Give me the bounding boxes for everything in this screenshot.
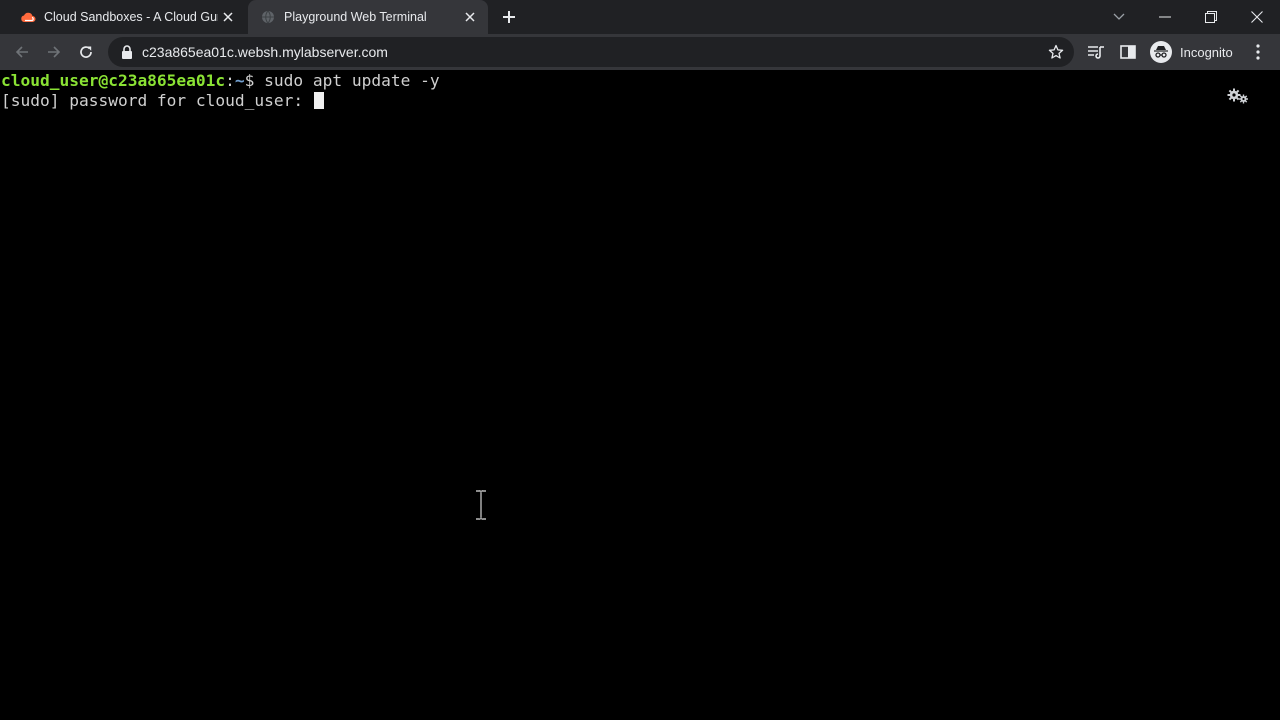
tab-title: Cloud Sandboxes - A Cloud Guru <box>44 10 218 24</box>
kebab-menu-icon <box>1256 44 1260 60</box>
terminal-cursor <box>313 92 324 109</box>
restore-icon <box>1205 11 1217 23</box>
reload-button[interactable] <box>72 38 100 66</box>
browser-toolbar: c23a865ea01c.websh.mylabserver.com Incog… <box>0 34 1280 70</box>
terminal-settings-gear-icon[interactable] <box>1226 86 1250 106</box>
tab-search-button[interactable] <box>1096 0 1142 34</box>
restore-button[interactable] <box>1188 0 1234 34</box>
new-tab-button[interactable] <box>498 6 520 28</box>
close-window-button[interactable] <box>1234 0 1280 34</box>
terminal-line-command: cloud_user@c23a865ea01c:~$ sudo apt upda… <box>1 71 440 91</box>
sudo-password-prompt: [sudo] password for cloud_user: <box>1 91 313 110</box>
tab-cloud-sandboxes[interactable]: Cloud Sandboxes - A Cloud Guru <box>8 0 246 34</box>
forward-arrow-icon <box>48 46 61 58</box>
back-arrow-icon <box>15 46 28 58</box>
back-button[interactable] <box>8 38 36 66</box>
terminal-line-password-prompt: [sudo] password for cloud_user: <box>1 91 324 111</box>
prompt-separator: : <box>225 71 235 90</box>
side-panel-icon[interactable] <box>1116 40 1140 64</box>
reload-icon <box>80 46 92 58</box>
bookmark-star-icon[interactable] <box>1046 42 1066 62</box>
incognito-icon <box>1150 41 1172 63</box>
globe-icon <box>260 9 276 25</box>
browser-menu-button[interactable] <box>1248 40 1268 64</box>
cloud-icon <box>20 9 36 25</box>
incognito-profile-button[interactable]: Incognito <box>1146 38 1233 66</box>
close-tab-icon[interactable] <box>460 7 480 27</box>
web-terminal[interactable]: cloud_user@c23a865ea01c:~$ sudo apt upda… <box>0 70 1280 720</box>
prompt-user-host: cloud_user@c23a865ea01c <box>1 71 226 90</box>
address-bar[interactable]: c23a865ea01c.websh.mylabserver.com <box>108 37 1074 67</box>
prompt-path: ~ <box>234 71 245 90</box>
plus-icon <box>503 11 515 23</box>
url-text: c23a865ea01c.websh.mylabserver.com <box>142 44 388 60</box>
minimize-button[interactable] <box>1142 0 1188 34</box>
tab-strip: Cloud Sandboxes - A Cloud Guru Playgroun… <box>0 0 1280 34</box>
lock-icon <box>120 44 136 60</box>
close-icon <box>1251 11 1263 23</box>
forward-button[interactable] <box>40 38 68 66</box>
reading-list-icon[interactable] <box>1084 40 1108 64</box>
minimize-icon <box>1159 16 1171 18</box>
command-text: sudo apt update -y <box>264 71 440 90</box>
prompt-symbol: $ <box>244 71 265 90</box>
close-tab-icon[interactable] <box>218 7 238 27</box>
text-ibeam-pointer-icon <box>474 490 488 520</box>
chevron-down-icon <box>1113 13 1125 20</box>
tab-title: Playground Web Terminal <box>284 10 427 24</box>
tab-playground-web-terminal[interactable]: Playground Web Terminal <box>248 0 488 34</box>
profile-label: Incognito <box>1180 44 1233 60</box>
